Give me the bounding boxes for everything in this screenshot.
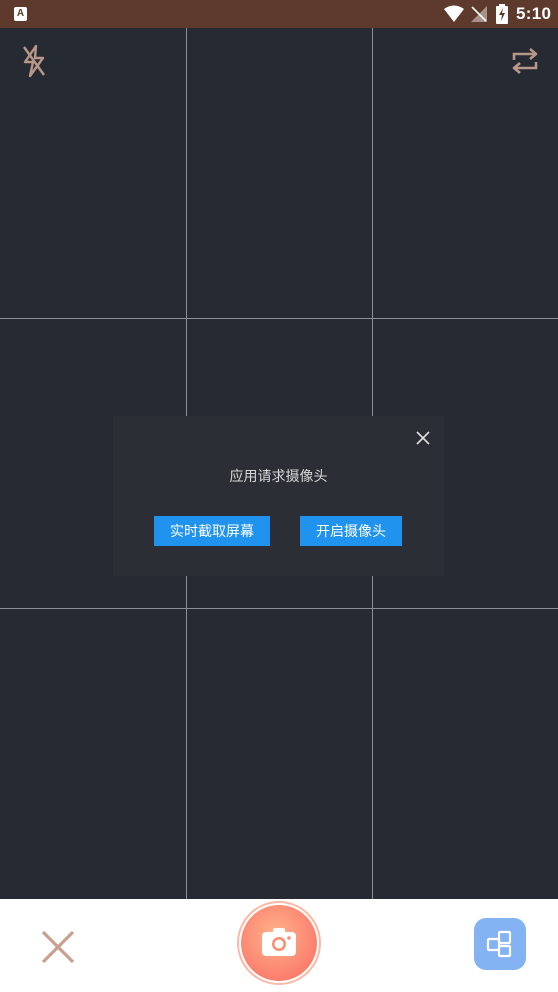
flash-off-icon: [23, 44, 45, 78]
camera-icon: [262, 928, 296, 956]
app-notification-icon: A: [14, 7, 27, 21]
close-camera-button[interactable]: [40, 929, 76, 965]
dialog-message: 应用请求摄像头: [229, 468, 328, 484]
bottom-toolbar: [0, 899, 558, 992]
wifi-icon: [444, 5, 464, 22]
grid-line: [0, 608, 558, 609]
close-icon: [416, 431, 430, 445]
camera-permission-dialog: 应用请求摄像头 实时截取屏幕 开启摄像头: [113, 416, 444, 576]
close-icon: [41, 930, 75, 964]
status-time: 5:10: [516, 4, 552, 23]
gallery-icon: [486, 930, 512, 958]
shutter-button[interactable]: [241, 905, 317, 981]
open-camera-button[interactable]: 开启摄像头: [300, 516, 402, 546]
flash-toggle-button[interactable]: [18, 44, 50, 78]
status-bar: A 5:10: [0, 0, 558, 28]
grid-line: [0, 318, 558, 319]
battery-charging-icon: [496, 4, 508, 24]
screen-capture-button[interactable]: 实时截取屏幕: [154, 516, 270, 546]
gallery-button[interactable]: [474, 918, 526, 970]
dialog-close-button[interactable]: [413, 428, 433, 448]
no-signal-icon: [471, 6, 487, 22]
camera-switch-icon: [512, 48, 538, 74]
switch-camera-button[interactable]: [508, 44, 542, 78]
